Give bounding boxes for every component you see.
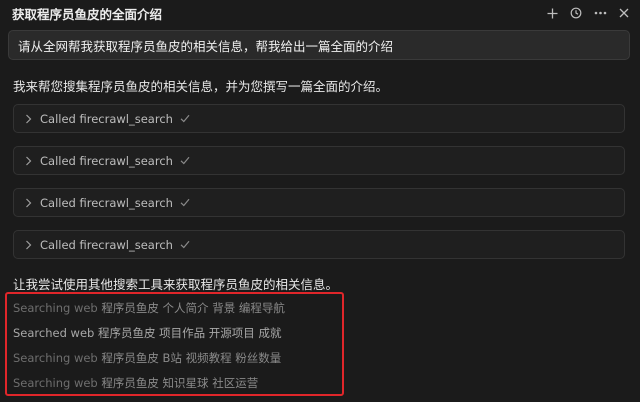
more-button[interactable] bbox=[592, 5, 608, 21]
check-icon bbox=[179, 113, 191, 125]
plus-icon bbox=[547, 8, 557, 18]
search-status-label: Searched web bbox=[13, 326, 95, 340]
tool-call-item[interactable]: Called firecrawl_search bbox=[13, 230, 625, 259]
chevron-right-icon bbox=[22, 239, 34, 251]
search-activity-row[interactable]: Searching web 程序员鱼皮 B站 视频教程 粉丝数量 bbox=[13, 350, 281, 366]
search-status-label: Searching web bbox=[13, 351, 98, 365]
new-chat-button[interactable] bbox=[544, 5, 560, 21]
check-icon bbox=[179, 155, 191, 167]
chat-header: 获取程序员鱼皮的全面介绍 bbox=[0, 0, 640, 26]
chevron-right-icon bbox=[22, 155, 34, 167]
search-status-label: Searching web bbox=[13, 376, 98, 390]
search-query: 程序员鱼皮 B站 视频教程 粉丝数量 bbox=[101, 351, 282, 365]
history-button[interactable] bbox=[568, 5, 584, 21]
search-query: 程序员鱼皮 项目作品 开源项目 成就 bbox=[97, 326, 282, 340]
chat-title: 获取程序员鱼皮的全面介绍 bbox=[12, 6, 163, 22]
history-icon bbox=[570, 7, 582, 19]
tool-call-label: Called firecrawl_search bbox=[40, 153, 173, 168]
search-activity-row[interactable]: Searching web 程序员鱼皮 个人简介 背景 编程导航 bbox=[13, 300, 285, 316]
search-activity-row[interactable]: Searching web 程序员鱼皮 知识星球 社区运营 bbox=[13, 375, 258, 391]
assistant-followup: 让我尝试使用其他搜索工具来获取程序员鱼皮的相关信息。 bbox=[13, 277, 339, 292]
tool-call-item[interactable]: Called firecrawl_search bbox=[13, 188, 625, 217]
tool-call-label: Called firecrawl_search bbox=[40, 111, 173, 126]
user-message: 请从全网帮我获取程序员鱼皮的相关信息，帮我给出一篇全面的介绍 bbox=[8, 30, 630, 60]
tool-call-item[interactable]: Called firecrawl_search bbox=[13, 146, 625, 175]
search-status-label: Searching web bbox=[13, 301, 98, 315]
assistant-intro: 我来帮您搜集程序员鱼皮的相关信息，并为您撰写一篇全面的介绍。 bbox=[13, 79, 389, 94]
close-button[interactable] bbox=[616, 5, 632, 21]
chevron-right-icon bbox=[22, 113, 34, 125]
check-icon bbox=[179, 239, 191, 251]
chat-panel: 获取程序员鱼皮的全面介绍 请从全网帮我获取程序员鱼皮的相关信息，帮我给出一篇全面… bbox=[0, 0, 640, 402]
header-actions bbox=[544, 5, 632, 21]
search-activity-row[interactable]: Searched web 程序员鱼皮 项目作品 开源项目 成就 bbox=[13, 325, 281, 341]
chevron-right-icon bbox=[22, 197, 34, 209]
tool-call-item[interactable]: Called firecrawl_search bbox=[13, 104, 625, 133]
check-icon bbox=[179, 197, 191, 209]
tool-call-label: Called firecrawl_search bbox=[40, 237, 173, 252]
tool-call-label: Called firecrawl_search bbox=[40, 195, 173, 210]
search-query: 程序员鱼皮 知识星球 社区运营 bbox=[101, 376, 259, 390]
close-icon bbox=[619, 8, 629, 18]
more-icon bbox=[594, 11, 606, 15]
search-query: 程序员鱼皮 个人简介 背景 编程导航 bbox=[101, 301, 285, 315]
